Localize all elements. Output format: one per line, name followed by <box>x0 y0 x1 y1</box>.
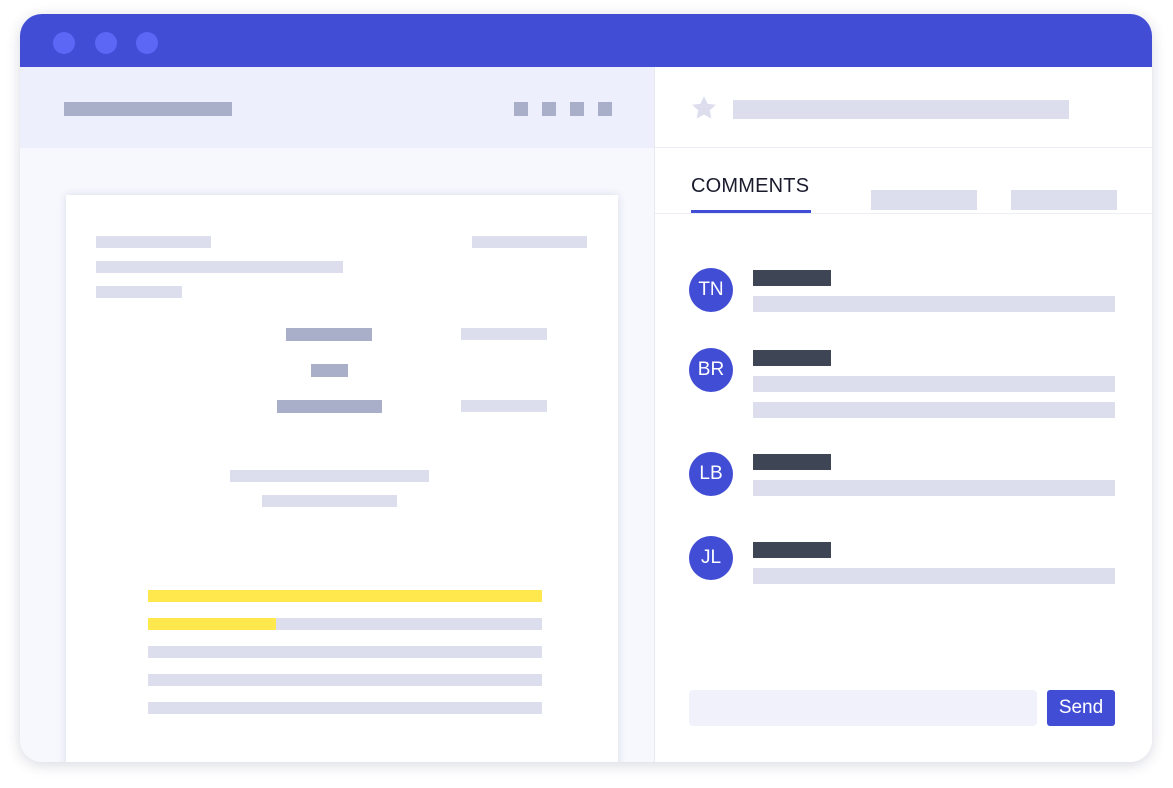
toolbar-square-icon[interactable] <box>570 102 584 116</box>
panel-title-placeholder <box>733 100 1069 119</box>
comment-text-line <box>753 568 1115 584</box>
doc-text-line <box>148 646 542 658</box>
document-pane <box>20 67 654 762</box>
window-maximize-dot[interactable] <box>136 32 158 54</box>
tab-comments[interactable]: COMMENTS <box>691 175 809 198</box>
doc-text-line <box>461 400 547 412</box>
toolbar-square-icon[interactable] <box>542 102 556 116</box>
doc-heading-line <box>311 364 348 377</box>
app-window: COMMENTS TN BR LB JL Send <box>20 14 1152 762</box>
toolbar-square-icon[interactable] <box>598 102 612 116</box>
comment-text-line <box>753 480 1115 496</box>
comment-author-placeholder <box>753 542 831 558</box>
comment-author-placeholder <box>753 454 831 470</box>
panel-header <box>655 67 1152 148</box>
window-close-dot[interactable] <box>53 32 75 54</box>
star-icon[interactable] <box>689 93 719 123</box>
tab-placeholder[interactable] <box>1011 190 1117 210</box>
tabs-divider <box>655 213 1152 214</box>
toolbar-square-icon[interactable] <box>514 102 528 116</box>
comment-author-placeholder <box>753 350 831 366</box>
comment-text-line <box>753 296 1115 312</box>
avatar[interactable]: TN <box>689 268 733 312</box>
doc-text-line <box>96 286 182 298</box>
doc-text-line <box>461 328 547 340</box>
comment-author-placeholder <box>753 270 831 286</box>
doc-text-line <box>96 236 211 248</box>
comments-panel: COMMENTS TN BR LB JL Send <box>654 67 1152 762</box>
document-toolbar <box>20 67 654 148</box>
send-button[interactable]: Send <box>1047 690 1115 726</box>
title-bar <box>20 14 1152 67</box>
doc-heading-line <box>286 328 372 341</box>
doc-text-line <box>148 702 542 714</box>
doc-text-line <box>148 674 542 686</box>
comment-text-line <box>753 402 1115 418</box>
doc-heading-line <box>277 400 382 413</box>
avatar[interactable]: BR <box>689 348 733 392</box>
highlighted-text-fragment[interactable] <box>148 618 276 630</box>
document-title-placeholder <box>64 102 232 116</box>
comment-input[interactable] <box>689 690 1037 726</box>
document-page <box>66 195 618 762</box>
tab-placeholder[interactable] <box>871 190 977 210</box>
avatar[interactable]: JL <box>689 536 733 580</box>
highlighted-text-line[interactable] <box>148 590 542 602</box>
doc-text-line <box>262 495 397 507</box>
doc-text-line <box>230 470 429 482</box>
avatar[interactable]: LB <box>689 452 733 496</box>
window-minimize-dot[interactable] <box>95 32 117 54</box>
doc-text-line <box>472 236 587 248</box>
comment-text-line <box>753 376 1115 392</box>
doc-text-line <box>96 261 343 273</box>
